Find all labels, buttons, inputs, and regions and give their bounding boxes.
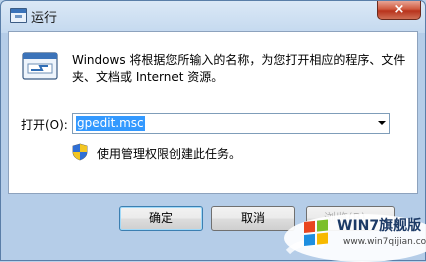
title-bar[interactable]: 运行 × [1,1,425,31]
ok-button[interactable]: 确定 [119,206,203,231]
window-title: 运行 [31,11,58,26]
admin-note: 使用管理权限创建此任务。 [97,147,242,161]
watermark-brand: WIN7旗舰版 [337,218,422,234]
run-program-icon [22,52,58,80]
chevron-down-icon[interactable] [378,121,386,125]
open-combobox[interactable]: gpedit.msc [72,113,390,134]
close-icon: × [393,2,405,17]
open-input-value[interactable]: gpedit.msc [76,116,145,131]
dialog-body: Windows 将根据您所输入的名称，为您打开相应的程序、文件夹、文档或 Int… [8,31,418,194]
close-button[interactable]: × [377,1,421,20]
uac-shield-icon [72,143,88,161]
run-dialog: 运行 × Windows 将根据您所输入的名称，为您打开相应的程序、文件夹、文档… [0,0,426,262]
open-label: 打开(O): [21,118,68,132]
run-window-icon [10,8,27,23]
watermark-url: www.win7qijian.com [343,237,426,247]
dialog-description: Windows 将根据您所输入的名称，为您打开相应的程序、文件夹、文档或 Int… [72,53,406,84]
